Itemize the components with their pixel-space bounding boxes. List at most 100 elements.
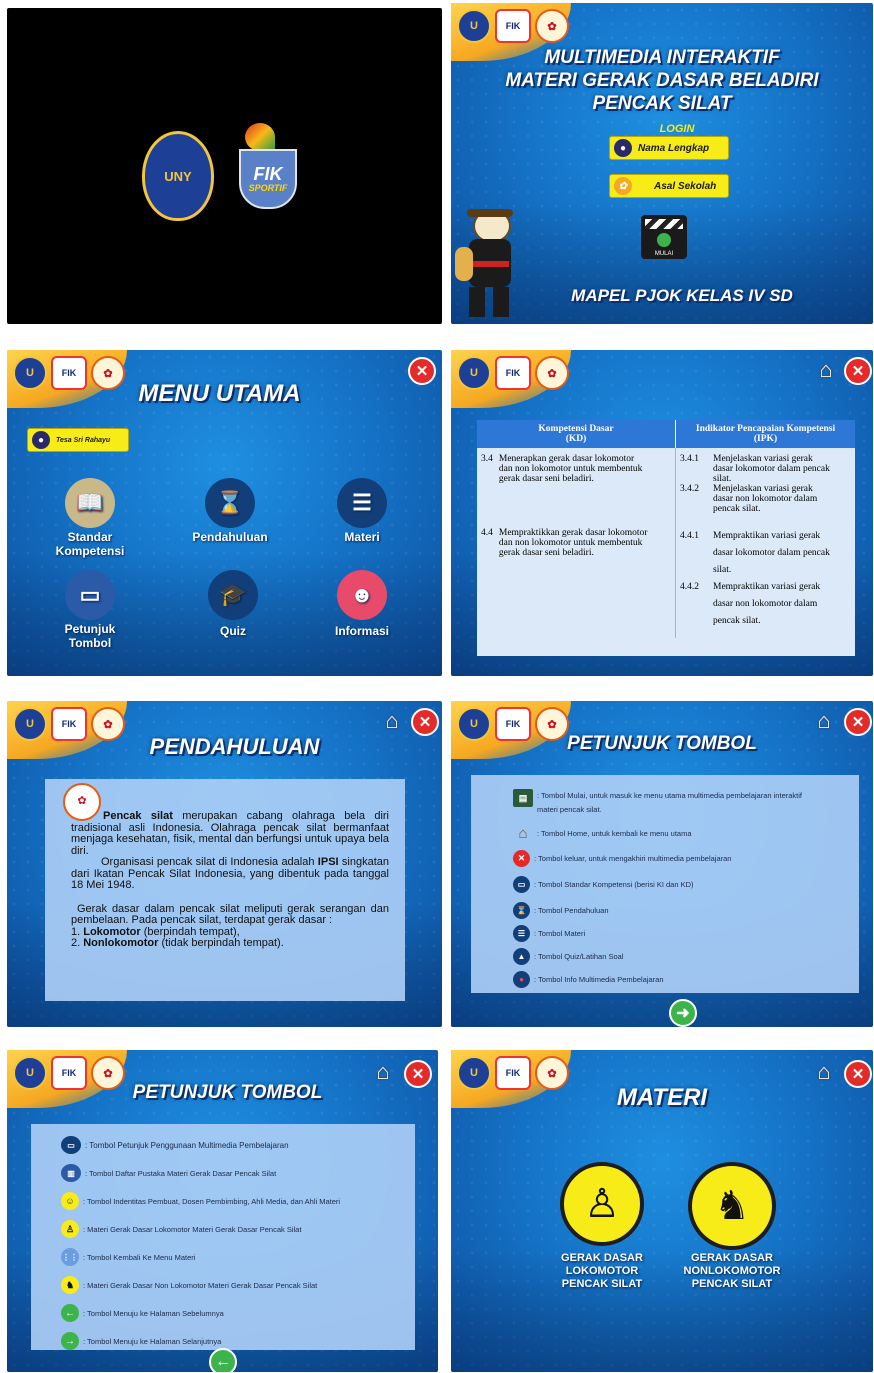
start-button[interactable]: MULAI bbox=[641, 215, 687, 259]
menu-standar-kompetensi[interactable]: 📖 Standar Kompetensi bbox=[35, 478, 145, 558]
table-row: 4.4 Mempraktikkan gerak dasar lokomotor … bbox=[477, 520, 855, 638]
ipk-number: 4.4.1 bbox=[680, 531, 699, 541]
book-icon: 📖 bbox=[65, 478, 115, 528]
uny-logo-text: UNY bbox=[164, 168, 192, 184]
ipk-text: Mempraktikan variasi gerak dasar non lok… bbox=[713, 582, 821, 626]
close-button[interactable]: ✕ bbox=[408, 357, 436, 385]
grid-menu-icon: ⋮⋮ bbox=[61, 1248, 79, 1266]
menu-materi[interactable]: ☰ Materi bbox=[307, 478, 417, 544]
user-name: Tesa Sri Rahayu bbox=[56, 436, 111, 444]
list-item: 2. Nonlokomotor (tidak berpindah tempat)… bbox=[71, 937, 389, 950]
app-title-line2: MATERI GERAK DASAR BELADIRI bbox=[505, 70, 819, 91]
item-text: : Tombol Standar Kompetensi (berisi KI d… bbox=[534, 880, 694, 889]
next-arrow-button[interactable]: ➜ bbox=[669, 999, 697, 1027]
list-item: ⌂ : Tombol Home, untuk kembali ke menu u… bbox=[513, 825, 849, 842]
pendahuluan-panel: U FIK ✿ ⌂ ✕ PENDAHULUAN ✿ Pencak silat m… bbox=[7, 701, 442, 1027]
uny-logo-icon: U bbox=[457, 356, 491, 390]
list-item: → : Tombol Menuju ke Halaman Selanjutnya bbox=[61, 1332, 409, 1350]
close-button[interactable]: ✕ bbox=[404, 1060, 432, 1088]
kd-header-line1: Kompetensi Dasar bbox=[538, 424, 614, 434]
user-icon: ● bbox=[614, 139, 632, 157]
kd-text: Mempraktikkan gerak dasar lokomotor dan … bbox=[498, 528, 648, 558]
menu-quiz[interactable]: 🎓 Quiz bbox=[178, 570, 288, 638]
list-item: ♙ : Materi Gerak Dasar Lokomotor Materi … bbox=[61, 1220, 409, 1238]
home-icon[interactable]: ⌂ bbox=[370, 1059, 396, 1084]
user-name-badge: ● Tesa Sri Rahayu bbox=[27, 428, 129, 452]
list-item: ⋮⋮ : Tombol Kembali Ke Menu Materi bbox=[61, 1248, 409, 1266]
clapperboard-icon: ▤ bbox=[513, 789, 533, 807]
app-title-line1: MULTIMEDIA INTERAKTIF bbox=[544, 47, 780, 68]
list-item: ▥ : Tombol Daftar Pustaka Materi Gerak D… bbox=[61, 1164, 409, 1182]
item-text: : Materi Gerak Dasar Non Lokomotor Mater… bbox=[83, 1280, 318, 1290]
nonlokomotor-icon: ♞ bbox=[61, 1276, 79, 1294]
petunjuk-panel-1: U FIK ✿ ⌂ ✕ PETUNJUK TOMBOL ▤ : Tombol M… bbox=[451, 701, 873, 1027]
school-button[interactable]: ✿ Asal Sekolah bbox=[609, 174, 729, 198]
p3-text: Gerak dasar dalam pencak silat meliputi … bbox=[71, 902, 389, 926]
home-icon[interactable]: ⌂ bbox=[813, 357, 839, 382]
lokomotor-button[interactable]: ♙ GERAK DASAR LOKOMOTOR PENCAK SILAT bbox=[543, 1162, 661, 1291]
menu-label-pendahuluan: Pendahuluan bbox=[192, 530, 268, 544]
close-button[interactable]: ✕ bbox=[844, 1060, 872, 1088]
fik-logo-icon: FIK bbox=[495, 9, 531, 43]
tablet-hand-icon: ▭ bbox=[65, 570, 115, 620]
item-text: : Materi Gerak Dasar Lokomotor Materi Ge… bbox=[83, 1224, 302, 1234]
li2-text: (tidak berpindah tempat). bbox=[158, 937, 284, 949]
petunjuk-list: ▤ : Tombol Mulai, untuk masuk ke menu ut… bbox=[471, 775, 859, 993]
menu-label-materi: Materi bbox=[344, 530, 380, 544]
petunjuk-title: PETUNJUK TOMBOL bbox=[132, 1082, 323, 1103]
nonlokomotor-button[interactable]: ♞ GERAK DASAR NONLOKOMOTOR PENCAK SILAT bbox=[673, 1162, 791, 1291]
header-logos: U FIK ✿ bbox=[457, 356, 569, 390]
headset-person-icon: ☻ bbox=[337, 570, 387, 620]
home-icon[interactable]: ⌂ bbox=[811, 708, 837, 733]
list-item: ▲ : Tombol Quiz/Latihan Soal bbox=[513, 948, 849, 965]
li2-no: 2. bbox=[71, 937, 84, 949]
list-item: ✕ : Tombol keluar, untuk mengakhiri mult… bbox=[513, 850, 849, 867]
class-footer: MAPEL PJOK KELAS IV SD bbox=[571, 286, 793, 305]
menu-label-quiz: Quiz bbox=[220, 624, 246, 638]
petunjuk-title: PETUNJUK TOMBOL bbox=[567, 733, 757, 754]
ipk-text: Menjelaskan variasi gerak dasar lokomoto… bbox=[713, 454, 830, 484]
nonlokomotor-label-1: GERAK DASAR bbox=[691, 1252, 773, 1264]
info-person-icon: ● bbox=[513, 971, 530, 988]
home-icon[interactable]: ⌂ bbox=[379, 708, 405, 733]
kd-ipk-table: Kompetensi Dasar (KD) Indikator Pencapai… bbox=[477, 420, 855, 638]
name-button-label: Nama Lengkap bbox=[638, 142, 710, 154]
home-icon[interactable]: ⌂ bbox=[811, 1059, 837, 1084]
kompetensi-panel: U FIK ✿ ⌂ ✕ Kompetensi Dasar (KD) Indika… bbox=[451, 350, 873, 676]
identity-icon: ☺ bbox=[61, 1192, 79, 1210]
item-text: : Tombol Menuju ke Halaman Selanjutnya bbox=[83, 1336, 222, 1346]
item-text: : Tombol Petunjuk Penggunaan Multimedia … bbox=[85, 1140, 289, 1150]
splash-panel: UNY FIK SPORTIF bbox=[7, 8, 442, 324]
nonlokomotor-label-3: PENCAK SILAT bbox=[691, 1278, 773, 1290]
menu-pendahuluan[interactable]: ⌛ Pendahuluan bbox=[175, 478, 285, 544]
table-row: 3.4 Menerapkan gerak dasar lokomotor dan… bbox=[477, 448, 855, 520]
back-arrow-icon: ← bbox=[61, 1304, 79, 1322]
petunjuk-list: ▭ : Tombol Petunjuk Penggunaan Multimedi… bbox=[31, 1124, 415, 1350]
close-button[interactable]: ✕ bbox=[411, 708, 439, 736]
pendahuluan-content: ✿ Pencak silat merupakan cabang olahraga… bbox=[45, 779, 405, 1001]
login-panel: U FIK ✿ MULTIMEDIA INTERAKTIF MATERI GER… bbox=[451, 3, 873, 324]
graduation-cap-icon: ▲ bbox=[513, 948, 530, 965]
back-arrow-button[interactable]: ← bbox=[209, 1348, 237, 1372]
ipk-text: Menjelaskan variasi gerak dasar non loko… bbox=[713, 484, 818, 514]
menu-label-informasi: Informasi bbox=[334, 624, 389, 638]
close-button[interactable]: ✕ bbox=[844, 357, 872, 385]
list-item: ⌛ : Tombol Pendahuluan bbox=[513, 902, 849, 919]
ipk-text: Mempraktikan variasi gerak dasar lokomot… bbox=[713, 531, 830, 575]
name-button[interactable]: ● Nama Lengkap bbox=[609, 136, 729, 160]
list-item: ☺ : Tombol Indentitas Pembuat, Dosen Pem… bbox=[61, 1192, 409, 1210]
login-label: LOGIN bbox=[659, 123, 695, 135]
graduation-cap-icon: 🎓 bbox=[208, 570, 258, 620]
menu-title: MENU UTAMA bbox=[138, 380, 301, 407]
hourglass-icon: ⌛ bbox=[513, 902, 530, 919]
menu-informasi[interactable]: ☻ Informasi bbox=[307, 570, 417, 638]
lokomotor-figure-icon: ♙ bbox=[560, 1162, 644, 1246]
list-item: ● : Tombol Info Multimedia Pembelajaran bbox=[513, 971, 849, 988]
user-icon: ● bbox=[32, 431, 50, 449]
list-item: ♞ : Materi Gerak Dasar Non Lokomotor Mat… bbox=[61, 1276, 409, 1294]
menu-petunjuk-tombol[interactable]: ▭ Petunjuk Tombol bbox=[35, 570, 145, 650]
petunjuk-panel-2: U FIK ✿ ⌂ ✕ PETUNJUK TOMBOL ▭ : Tombol P… bbox=[7, 1050, 438, 1372]
close-button[interactable]: ✕ bbox=[844, 708, 872, 736]
item-text: : Tombol Menuju ke Halaman Sebelumnya bbox=[83, 1308, 224, 1318]
kd-header-line2: (KD) bbox=[565, 434, 587, 444]
